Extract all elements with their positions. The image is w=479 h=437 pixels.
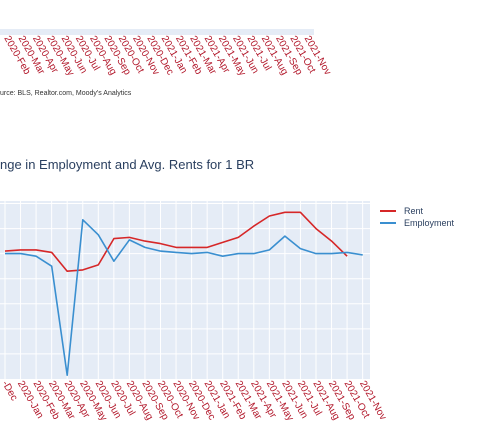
source-note: urce: BLS, Realtor.com, Moody's Analytic… — [0, 90, 132, 97]
legend-item-employment[interactable]: Employment — [380, 218, 455, 228]
legend[interactable]: Rent Employment — [380, 206, 455, 228]
previous-chart-x-axis: 2020-Feb2020-Mar2020-Apr2020-May2020-Jun… — [1, 34, 333, 78]
chart-title: nge in Employment and Avg. Rents for 1 B… — [0, 157, 254, 172]
legend-label: Rent — [404, 206, 424, 216]
chart-figure: 2020-Feb2020-Mar2020-Apr2020-May2020-Jun… — [0, 29, 455, 423]
legend-label: Employment — [404, 218, 455, 228]
x-axis: -Dec2020-Jan2020-Feb2020-Mar2020-Apr2020… — [0, 379, 388, 423]
legend-item-rent[interactable]: Rent — [380, 206, 424, 216]
